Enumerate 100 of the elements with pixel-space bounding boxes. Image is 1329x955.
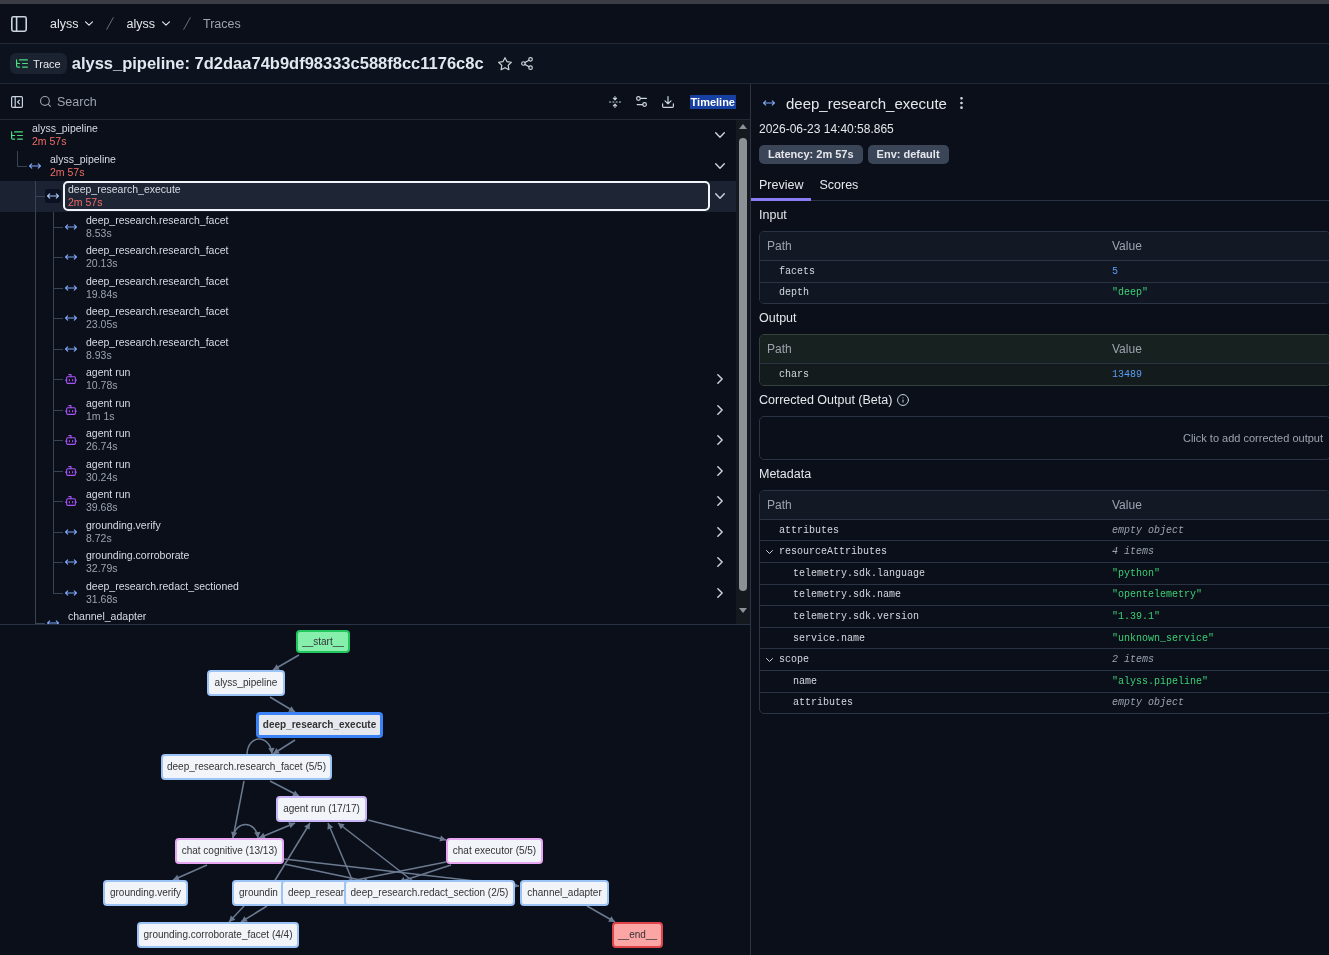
tree-row[interactable]: agent run 26.74s [0,425,736,456]
duration-text: 31.68s [86,592,118,606]
double-arrow-icon [65,315,77,322]
tree-row[interactable]: agent run 39.68s [0,486,736,517]
arrow-up-icon[interactable] [739,124,747,129]
tree-row[interactable]: grounding.corroborate 32.79s [0,547,736,578]
double-arrow-icon [65,254,77,261]
graph-node[interactable]: deep_research_execute [256,712,383,738]
tree-row[interactable]: alyss_pipeline 2m 57s [0,120,736,151]
chevron-right-icon[interactable] [717,435,723,446]
share-icon[interactable] [520,57,533,70]
path-text: scope [779,654,809,666]
sidebar-toggle-icon[interactable] [11,15,27,32]
path-text: telemetry.sdk.name [793,589,902,601]
chevron-right-icon[interactable] [717,496,723,507]
chevron-down-icon[interactable] [766,549,773,554]
chevron-right-icon[interactable] [717,526,723,537]
chevron-down-icon[interactable] [715,132,725,139]
tree-row[interactable]: deep_research.research_facet 8.53s [0,211,736,242]
double-arrow-icon [65,284,77,291]
double-arrow-icon [65,528,77,535]
duration-text: 2m 57s [32,135,67,149]
duration-text: 8.53s [86,226,112,240]
double-arrow-icon [65,345,77,352]
corrected-output-field[interactable]: Click to add corrected output [759,415,1329,460]
span-name: agent run [86,457,131,471]
tree-row[interactable]: alyss_pipeline 2m 57s [0,150,736,181]
robot-icon [65,496,77,507]
breadcrumb-link[interactable]: Traces [202,16,241,31]
vertical-dots-icon[interactable] [959,97,963,109]
section-title: Output [759,311,798,327]
graph-node[interactable]: channel_adapter [520,880,609,906]
tree-row[interactable]: deep_research.research_facet 20.13s [0,242,736,273]
tree-row[interactable]: deep_research_execute 2m 57s [0,181,736,212]
chevron-right-icon[interactable] [717,557,723,568]
graph-node[interactable]: deep_research.research_facet (5/5) [161,754,332,780]
duration-text: 30.24s [86,470,118,484]
span-name: agent run [86,396,131,410]
chevron-right-icon[interactable] [717,404,723,415]
duration-text: 2m 57s [68,196,103,210]
value-text: "unknown_service" [1112,632,1215,644]
chevron-down-icon[interactable] [715,193,725,200]
tree-row[interactable]: deep_research.redact_sectioned 31.68s [0,577,736,608]
timeline-button[interactable]: Timeline [689,94,736,109]
span-name: alyss_pipeline [50,152,116,166]
double-arrow-icon [763,100,775,106]
duration-text: 23.05s [86,318,118,332]
value-text: "python" [1112,567,1160,579]
graph-node[interactable]: grounding.verify [103,880,188,906]
graph-node[interactable]: alyss_pipeline [207,670,285,696]
list-tree-icon [11,130,23,140]
panel-collapse-icon[interactable] [11,95,23,108]
breadcrumb-link[interactable]: alyss [50,16,79,31]
chevron-down-icon[interactable] [85,21,94,26]
chevron-down-icon[interactable] [715,162,725,169]
chevron-right-icon[interactable] [717,374,723,385]
fold-vertical-icon[interactable] [608,95,621,108]
column-header: Value [1112,239,1142,253]
duration-text: 1m 1s [86,409,115,423]
tree-row[interactable]: grounding.verify 8.72s [0,516,736,547]
tree-row[interactable]: agent run 10.78s [0,364,736,395]
chevron-down-icon[interactable] [766,657,773,662]
scrollbar-track[interactable] [736,120,750,624]
tree-row[interactable]: channel_adapter [0,608,736,624]
tree-row[interactable]: deep_research.research_facet 23.05s [0,303,736,334]
arrow-down-icon[interactable] [739,608,747,613]
span-name: deep_research.research_facet [86,213,229,227]
double-arrow-icon [65,589,77,596]
tree-row[interactable]: agent run 30.24s [0,455,736,486]
duration-text: 8.93s [86,348,112,362]
loop-arrow [246,738,275,755]
graph-node[interactable]: __end__ [612,922,663,948]
star-icon[interactable] [497,56,512,71]
span-name: deep_research_execute [68,183,181,197]
graph-node[interactable]: __start__ [296,630,350,653]
graph-node[interactable]: agent run (17/17) [276,796,367,822]
scrollbar-thumb[interactable] [739,138,747,591]
sliders-icon[interactable] [635,96,647,107]
tab[interactable]: Preview [751,171,812,201]
path-text: resourceAttributes [779,546,888,558]
search-field[interactable]: Search [57,90,277,113]
chevron-down-icon[interactable] [161,21,170,26]
tree-row[interactable]: deep_research.research_facet 19.84s [0,272,736,303]
duration-text: 39.68s [86,501,118,515]
graph-node[interactable]: chat cognitive (13/13) [175,838,284,864]
graph-node[interactable]: deep_research.redact_section (2/5) [344,880,515,906]
tree-row[interactable]: deep_research.research_facet 8.93s [0,333,736,364]
breadcrumb-link[interactable]: alyss [126,16,155,31]
tab[interactable]: Scores [811,171,867,201]
graph-node[interactable]: grounding.corroborate_facet (4/4) [137,922,299,948]
span-name: agent run [86,427,131,441]
path-text: chars [779,369,809,380]
chevron-right-icon[interactable] [717,465,723,476]
chevron-right-icon[interactable] [717,587,723,598]
download-icon[interactable] [661,95,674,108]
duration-text: 8.72s [86,531,112,545]
tree-row[interactable]: agent run 1m 1s [0,394,736,425]
edge-arrow [231,780,245,839]
graph-node[interactable]: chat executor (5/5) [446,838,543,864]
edge-arrow [269,696,296,713]
